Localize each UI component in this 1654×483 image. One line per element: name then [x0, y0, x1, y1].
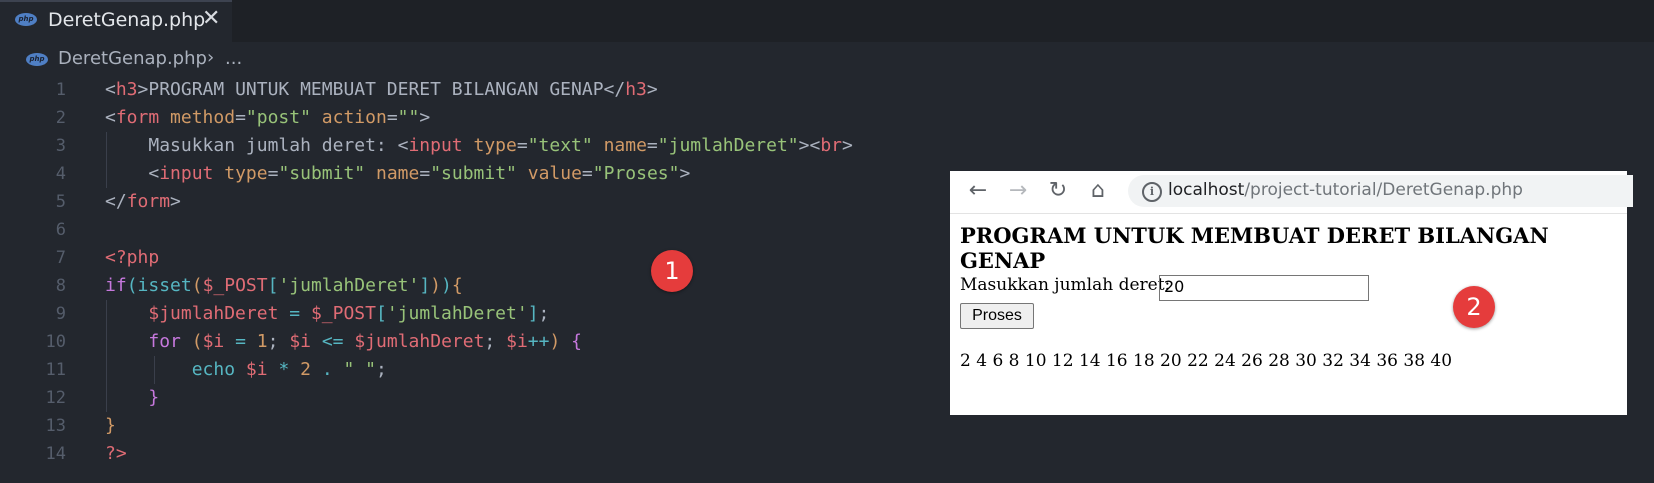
close-icon[interactable]: ✕ [202, 6, 220, 31]
code-line: 1 <h3>PROGRAM UNTUK MEMBUAT DERET BILANG… [0, 76, 920, 104]
code-line: 12 } [0, 384, 920, 412]
code-text: for ($i = 1; $i <= $jumlahDeret; $i++) { [148, 331, 583, 352]
code-text: } [105, 415, 116, 436]
browser-window: ← → ↻ ⌂ i localhost/project-tutorial/Der… [950, 171, 1633, 415]
code-line: 8 if(isset($_POST['jumlahDeret'])){ [0, 272, 920, 300]
line-number: 7 [55, 248, 66, 268]
code-text: } [148, 387, 160, 408]
code-line: 7 <?php [0, 244, 920, 272]
line-number: 3 [55, 136, 66, 156]
step-badge-1: 1 [651, 250, 693, 292]
code-line: 11 echo $i * 2 . " "; [0, 356, 920, 384]
info-icon[interactable]: i [1142, 182, 1162, 202]
line-number: 4 [55, 164, 66, 184]
home-icon[interactable]: ⌂ [1082, 175, 1114, 207]
php-file-icon: php [26, 53, 48, 66]
code-text: ?> [105, 443, 127, 464]
line-number: 1 [55, 80, 66, 100]
code-line: 3 Masukkan jumlah deret: <input type="te… [0, 132, 920, 160]
tab-label: DeretGenap.php [48, 9, 206, 31]
breadcrumb-file[interactable]: DeretGenap.php [58, 48, 207, 69]
line-number: 11 [45, 360, 66, 380]
code-line: 5 </form> [0, 188, 920, 216]
code-text: <h3>PROGRAM UNTUK MEMBUAT DERET BILANGAN… [105, 79, 658, 100]
line-number: 2 [55, 108, 66, 128]
page-heading: PROGRAM UNTUK MEMBUAT DERET BILANGAN GEN… [960, 223, 1549, 273]
input-label: Masukkan jumlah deret: [960, 275, 1171, 295]
back-arrow-icon[interactable]: ← [962, 175, 994, 207]
tab-deretgenap[interactable]: php DeretGenap.php ✕ [0, 0, 232, 42]
code-line: 6 [0, 216, 920, 244]
code-line: 2 <form method="post" action=""> [0, 104, 920, 132]
line-number: 9 [55, 304, 66, 324]
code-line: 14 ?> [0, 440, 920, 468]
code-text: <?php [105, 247, 160, 268]
breadcrumb: php DeretGenap.php › ... [0, 46, 900, 74]
code-text: echo $i * 2 . " "; [191, 359, 387, 380]
code-line: 10 for ($i = 1; $i <= $jumlahDeret; $i++… [0, 328, 920, 356]
code-line: 13 } [0, 412, 920, 440]
result-output: 2 4 6 8 10 12 14 16 18 20 22 24 26 28 30… [960, 351, 1453, 371]
code-text: Masukkan jumlah deret: <input type="text… [148, 135, 853, 156]
code-line: 9 $jumlahDeret = $_POST['jumlahDeret']; [0, 300, 920, 328]
line-number: 12 [45, 388, 66, 408]
jumlah-deret-input[interactable]: 20 [1159, 275, 1369, 301]
code-editor[interactable]: 1 <h3>PROGRAM UNTUK MEMBUAT DERET BILANG… [0, 76, 920, 483]
code-line: 4 <input type="submit" name="submit" val… [0, 160, 920, 188]
step-badge-2: 2 [1453, 286, 1495, 328]
line-number: 5 [55, 192, 66, 212]
reload-icon[interactable]: ↻ [1042, 175, 1074, 207]
line-number: 8 [55, 276, 66, 296]
chevron-right-icon: › [207, 47, 215, 68]
line-number: 14 [45, 444, 66, 464]
php-file-icon: php [15, 13, 37, 26]
browser-toolbar: ← → ↻ ⌂ i localhost/project-tutorial/Der… [950, 171, 1633, 214]
line-number: 6 [55, 220, 66, 240]
code-text: <input type="submit" name="submit" value… [148, 163, 691, 184]
code-text: <form method="post" action=""> [105, 107, 431, 128]
breadcrumb-more[interactable]: ... [225, 48, 242, 69]
forward-arrow-icon[interactable]: → [1002, 175, 1034, 207]
url-text: localhost/project-tutorial/DeretGenap.ph… [1168, 180, 1523, 200]
code-text: if(isset($_POST['jumlahDeret'])){ [105, 275, 463, 296]
code-text: </form> [105, 191, 181, 212]
line-number: 10 [45, 332, 66, 352]
proses-button[interactable]: Proses [960, 303, 1034, 329]
line-number: 13 [45, 416, 66, 436]
address-bar[interactable]: i localhost/project-tutorial/DeretGenap.… [1128, 175, 1633, 207]
code-text: $jumlahDeret = $_POST['jumlahDeret']; [148, 303, 550, 324]
editor-tab-bar: php DeretGenap.php ✕ [0, 0, 1654, 42]
